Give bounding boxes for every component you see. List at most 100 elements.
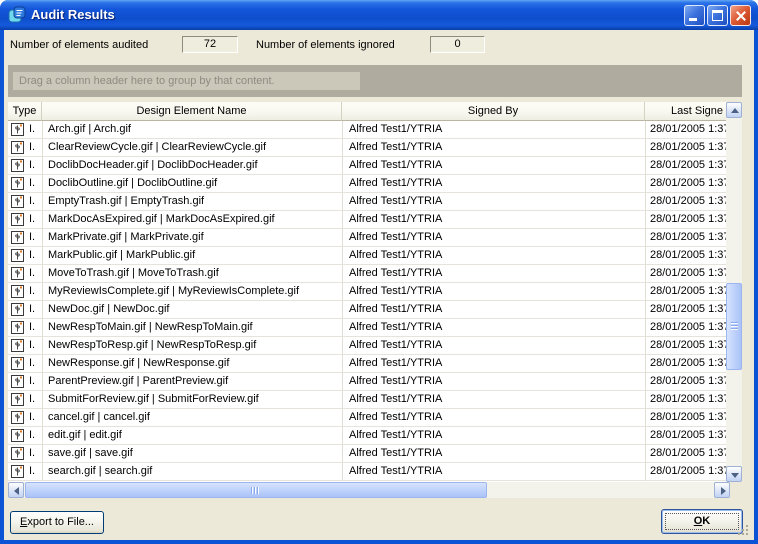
grid-header: Type Design Element Name Signed By Last … bbox=[8, 102, 726, 121]
table-row[interactable]: I. NewResponse.gif | NewResponse.gif Alf… bbox=[8, 355, 726, 373]
type-cell: I. bbox=[8, 445, 42, 463]
title-bar[interactable]: Audit Results bbox=[0, 0, 758, 30]
design-element-name-cell: MyReviewIsComplete.gif | MyReviewIsCompl… bbox=[42, 283, 342, 301]
scroll-left-icon[interactable] bbox=[8, 482, 24, 498]
signed-by-cell: Alfred Test1/YTRIA bbox=[342, 157, 645, 175]
table-row[interactable]: I. NewDoc.gif | NewDoc.gif Alfred Test1/… bbox=[8, 301, 726, 319]
image-resource-icon bbox=[11, 357, 24, 370]
column-header-type[interactable]: Type bbox=[8, 102, 42, 121]
image-resource-icon bbox=[11, 465, 24, 478]
signed-by-cell: Alfred Test1/YTRIA bbox=[342, 409, 645, 427]
last-signed-cell: 28/01/2005 1:37: bbox=[645, 157, 726, 175]
last-signed-cell: 28/01/2005 1:37: bbox=[645, 373, 726, 391]
table-row[interactable]: I. NewRespToMain.gif | NewRespToMain.gif… bbox=[8, 319, 726, 337]
image-resource-icon bbox=[11, 429, 24, 442]
scrollbar-corner bbox=[730, 482, 742, 498]
last-signed-cell: 28/01/2005 1:37: bbox=[645, 175, 726, 193]
type-cell: I. bbox=[8, 463, 42, 481]
type-cell: I. bbox=[8, 301, 42, 319]
column-header-signed-by[interactable]: Signed By bbox=[342, 102, 645, 121]
table-row[interactable]: I. NewRespToResp.gif | NewRespToResp.gif… bbox=[8, 337, 726, 355]
type-label: I. bbox=[29, 175, 35, 191]
table-row[interactable]: I. search.gif | search.gif Alfred Test1/… bbox=[8, 463, 726, 481]
export-to-file-button[interactable]: Export to File... bbox=[10, 511, 104, 534]
horizontal-scroll-thumb[interactable] bbox=[25, 482, 487, 498]
minimize-icon[interactable] bbox=[684, 5, 705, 26]
last-signed-cell: 28/01/2005 1:37: bbox=[645, 337, 726, 355]
type-label: I. bbox=[29, 139, 35, 155]
last-signed-cell: 28/01/2005 1:37: bbox=[645, 211, 726, 229]
table-row[interactable]: I. Arch.gif | Arch.gif Alfred Test1/YTRI… bbox=[8, 121, 726, 139]
type-cell: I. bbox=[8, 157, 42, 175]
last-signed-cell: 28/01/2005 1:37: bbox=[645, 391, 726, 409]
group-by-drop-zone[interactable]: Drag a column header here to group by th… bbox=[8, 65, 742, 97]
design-element-name-cell: NewRespToMain.gif | NewRespToMain.gif bbox=[42, 319, 342, 337]
horizontal-scrollbar[interactable] bbox=[8, 482, 730, 498]
column-header-last-signed[interactable]: Last Signe bbox=[645, 102, 726, 121]
window-title: Audit Results bbox=[31, 7, 115, 22]
vertical-scrollbar[interactable] bbox=[726, 102, 742, 482]
type-cell: I. bbox=[8, 121, 42, 139]
resize-grip[interactable] bbox=[746, 533, 748, 535]
design-element-name-cell: MarkPublic.gif | MarkPublic.gif bbox=[42, 247, 342, 265]
signed-by-cell: Alfred Test1/YTRIA bbox=[342, 175, 645, 193]
table-row[interactable]: I. MarkPrivate.gif | MarkPrivate.gif Alf… bbox=[8, 229, 726, 247]
design-element-name-cell: SubmitForReview.gif | SubmitForReview.gi… bbox=[42, 391, 342, 409]
export-label-rest: xport to File... bbox=[27, 516, 94, 528]
image-resource-icon bbox=[11, 195, 24, 208]
last-signed-cell: 28/01/2005 1:37: bbox=[645, 409, 726, 427]
image-resource-icon bbox=[11, 231, 24, 244]
ok-button[interactable]: OK bbox=[661, 509, 743, 534]
table-row[interactable]: I. ClearReviewCycle.gif | ClearReviewCyc… bbox=[8, 139, 726, 157]
ok-label-prefix: O bbox=[694, 515, 703, 527]
table-row[interactable]: I. ParentPreview.gif | ParentPreview.gif… bbox=[8, 373, 726, 391]
table-row[interactable]: I. edit.gif | edit.gif Alfred Test1/YTRI… bbox=[8, 427, 726, 445]
table-row[interactable]: I. cancel.gif | cancel.gif Alfred Test1/… bbox=[8, 409, 726, 427]
design-element-name-cell: MarkDocAsExpired.gif | MarkDocAsExpired.… bbox=[42, 211, 342, 229]
audited-count-field: 72 bbox=[182, 36, 238, 53]
table-row[interactable]: I. SubmitForReview.gif | SubmitForReview… bbox=[8, 391, 726, 409]
design-element-name-cell: EmptyTrash.gif | EmptyTrash.gif bbox=[42, 193, 342, 211]
type-label: I. bbox=[29, 265, 35, 281]
design-element-name-cell: ParentPreview.gif | ParentPreview.gif bbox=[42, 373, 342, 391]
table-row[interactable]: I. DoclibOutline.gif | DoclibOutline.gif… bbox=[8, 175, 726, 193]
table-row[interactable]: I. MoveToTrash.gif | MoveToTrash.gif Alf… bbox=[8, 265, 726, 283]
table-row[interactable]: I. MarkDocAsExpired.gif | MarkDocAsExpir… bbox=[8, 211, 726, 229]
image-resource-icon bbox=[11, 321, 24, 334]
scroll-down-icon[interactable] bbox=[726, 466, 742, 482]
image-resource-icon bbox=[11, 375, 24, 388]
signed-by-cell: Alfred Test1/YTRIA bbox=[342, 301, 645, 319]
table-row[interactable]: I. MarkPublic.gif | MarkPublic.gif Alfre… bbox=[8, 247, 726, 265]
table-row[interactable]: I. save.gif | save.gif Alfred Test1/YTRI… bbox=[8, 445, 726, 463]
scroll-right-icon[interactable] bbox=[714, 482, 730, 498]
scroll-up-icon[interactable] bbox=[726, 102, 742, 118]
type-label: I. bbox=[29, 319, 35, 335]
signed-by-cell: Alfred Test1/YTRIA bbox=[342, 355, 645, 373]
app-logo-icon[interactable] bbox=[8, 6, 26, 24]
type-cell: I. bbox=[8, 211, 42, 229]
signed-by-cell: Alfred Test1/YTRIA bbox=[342, 229, 645, 247]
vertical-scroll-thumb[interactable] bbox=[726, 283, 742, 370]
table-row[interactable]: I. EmptyTrash.gif | EmptyTrash.gif Alfre… bbox=[8, 193, 726, 211]
table-row[interactable]: I. MyReviewIsComplete.gif | MyReviewIsCo… bbox=[8, 283, 726, 301]
signed-by-cell: Alfred Test1/YTRIA bbox=[342, 391, 645, 409]
type-cell: I. bbox=[8, 373, 42, 391]
signed-by-cell: Alfred Test1/YTRIA bbox=[342, 211, 645, 229]
last-signed-cell: 28/01/2005 1:37: bbox=[645, 247, 726, 265]
maximize-icon[interactable] bbox=[707, 5, 728, 26]
last-signed-cell: 28/01/2005 1:37: bbox=[645, 463, 726, 481]
type-cell: I. bbox=[8, 175, 42, 193]
ignored-label: Number of elements ignored bbox=[256, 39, 395, 51]
type-label: I. bbox=[29, 211, 35, 227]
last-signed-cell: 28/01/2005 1:37: bbox=[645, 121, 726, 139]
type-cell: I. bbox=[8, 355, 42, 373]
table-row[interactable]: I. DoclibDocHeader.gif | DoclibDocHeader… bbox=[8, 157, 726, 175]
column-header-design-element-name[interactable]: Design Element Name bbox=[42, 102, 342, 121]
type-label: I. bbox=[29, 247, 35, 263]
last-signed-cell: 28/01/2005 1:37: bbox=[645, 301, 726, 319]
last-signed-cell: 28/01/2005 1:37: bbox=[645, 229, 726, 247]
design-element-name-cell: save.gif | save.gif bbox=[42, 445, 342, 463]
type-cell: I. bbox=[8, 229, 42, 247]
design-element-name-cell: MoveToTrash.gif | MoveToTrash.gif bbox=[42, 265, 342, 283]
close-icon[interactable] bbox=[730, 5, 751, 26]
